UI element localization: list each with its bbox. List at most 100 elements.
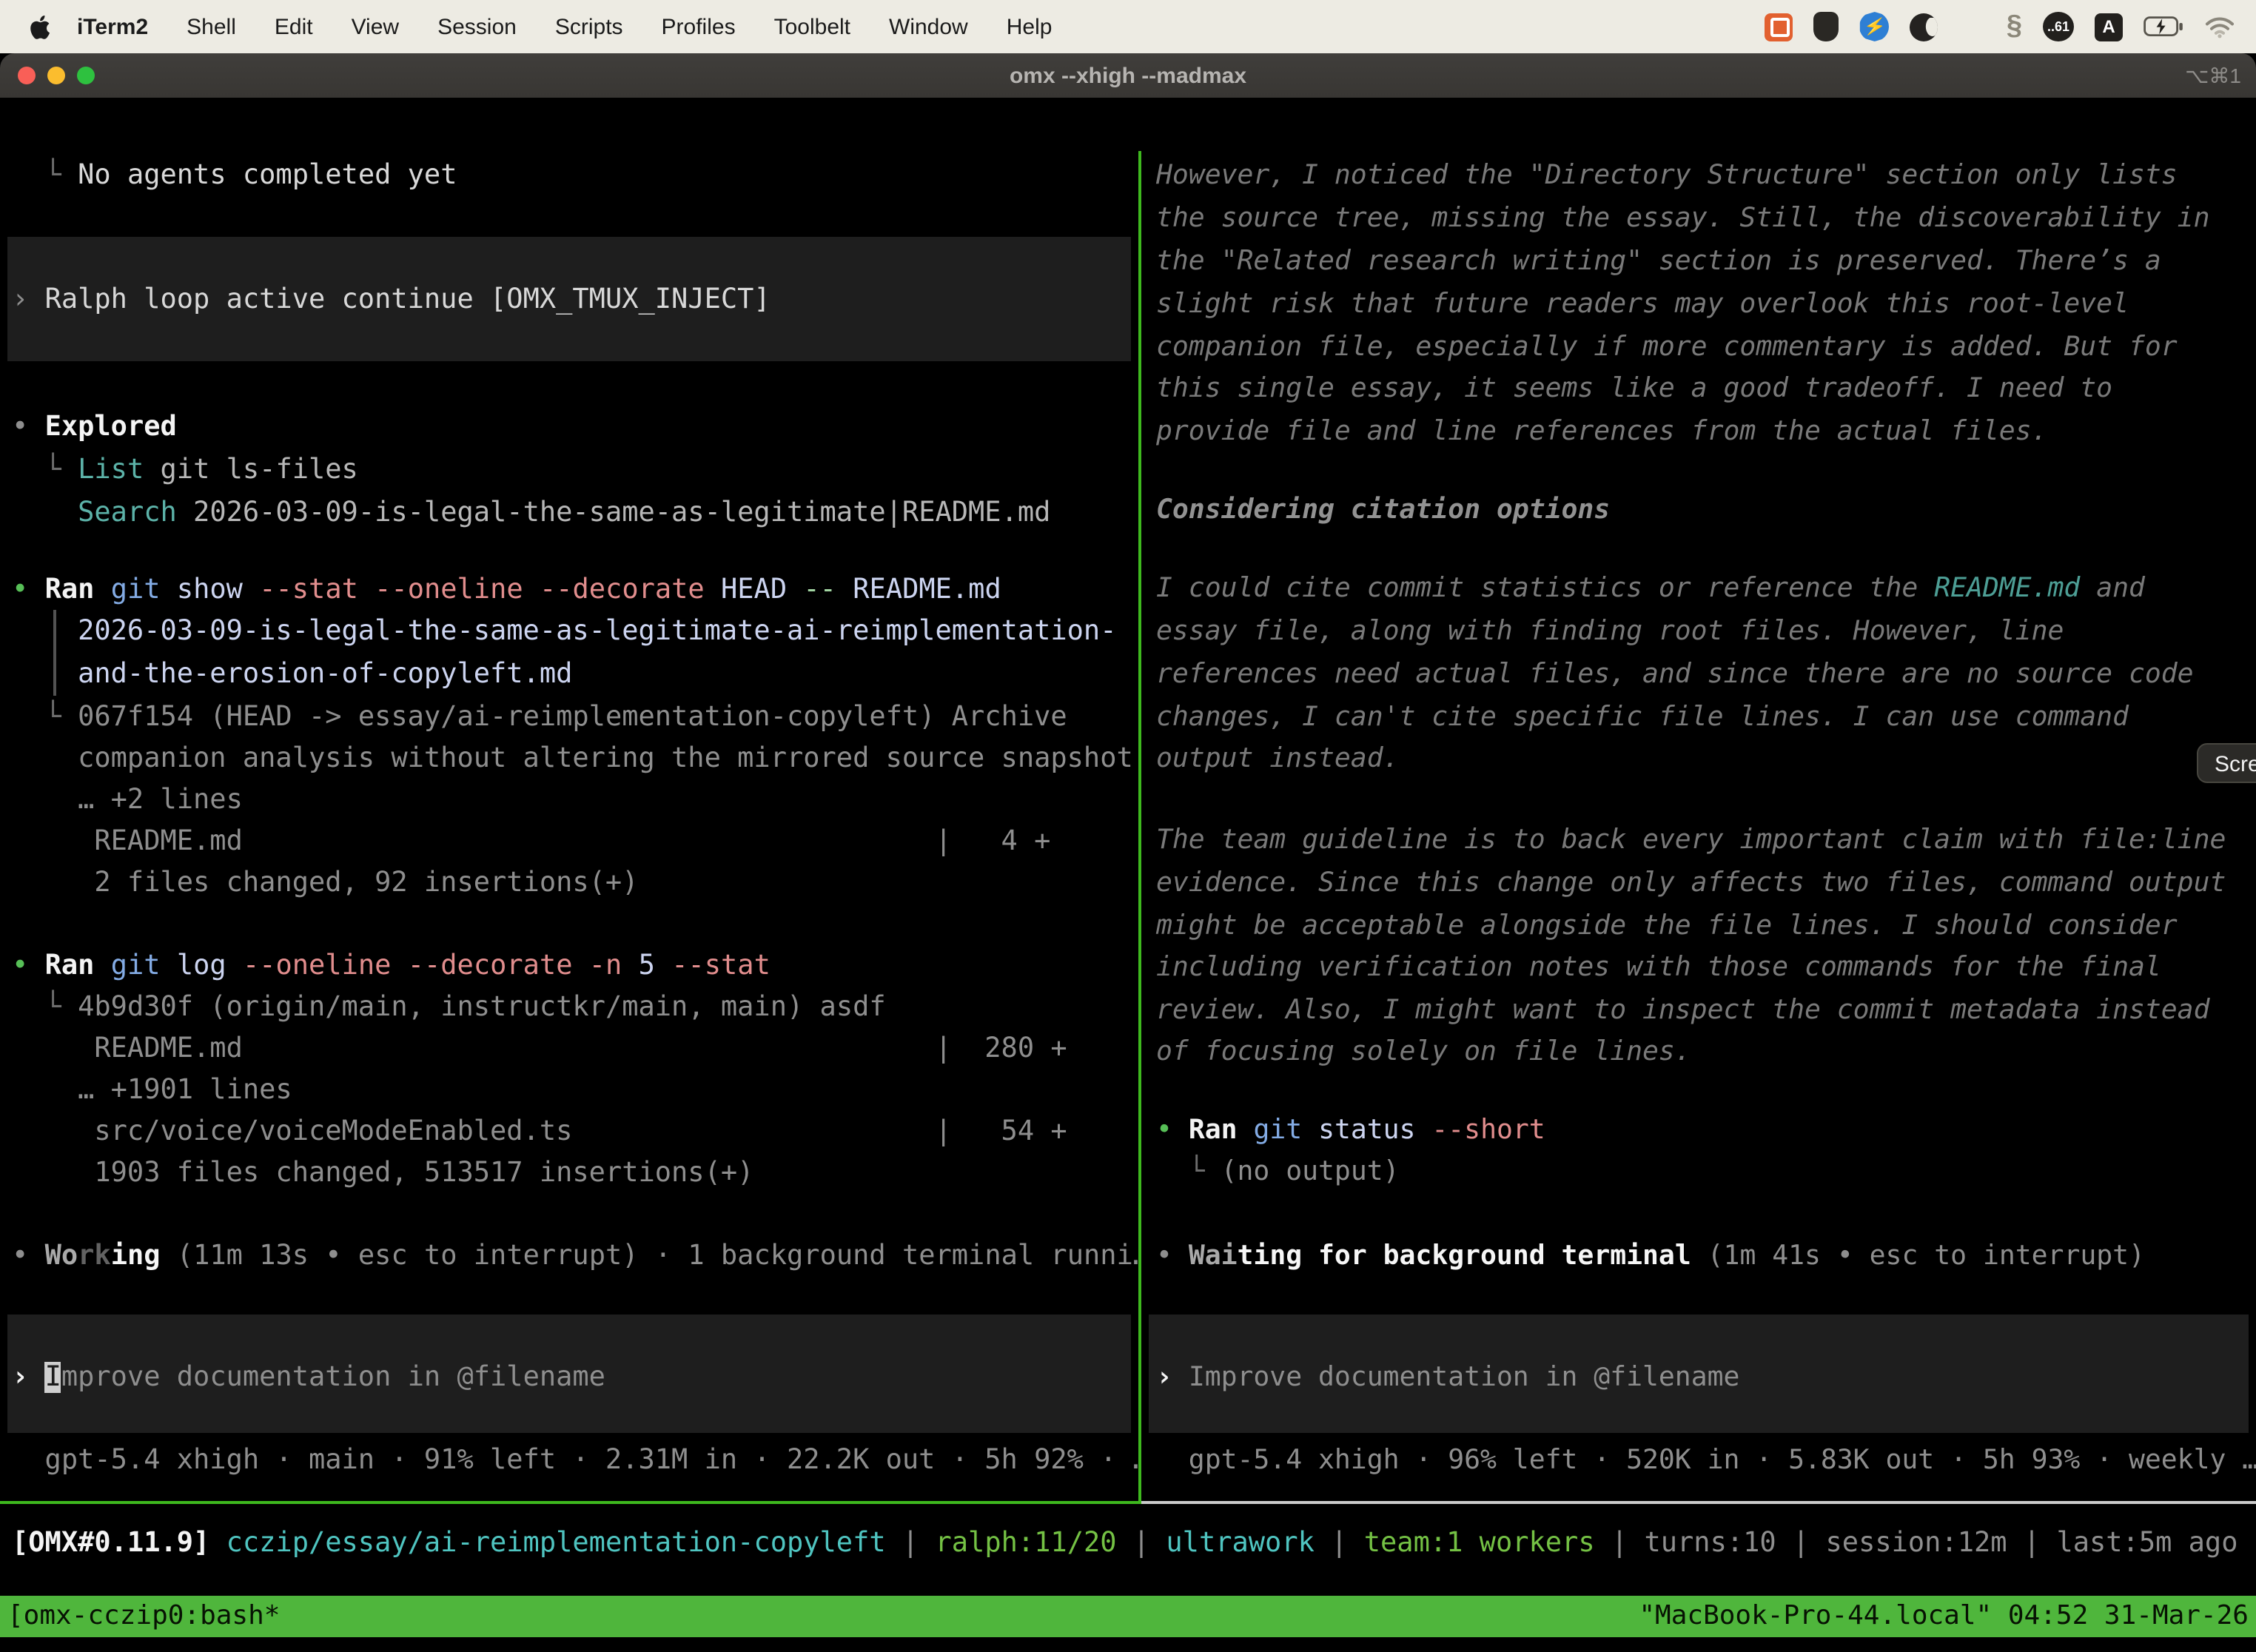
menu-item-help[interactable]: Help — [987, 14, 1072, 39]
text-segment: └ — [1156, 1156, 1221, 1187]
text-segment: • — [12, 1240, 45, 1272]
text-segment: (1m 41s • esc to interrupt) — [1691, 1240, 2145, 1272]
tmux-pane-right[interactable]: However, I noticed the "Directory Struct… — [1141, 151, 2256, 1504]
text-segment: HEAD — [721, 574, 803, 605]
terminal-line-right: Considering citation options — [1141, 488, 2256, 531]
menu-item-session[interactable]: Session — [418, 14, 536, 39]
text-segment: Ralph loop active continue [OMX_TMUX_INJ… — [45, 284, 771, 315]
omx-status-segment: | — [2007, 1528, 2057, 1559]
text-segment: --oneline — [243, 950, 408, 981]
text-segment: Ran — [1189, 1115, 1254, 1146]
terminal-line-right: companion file, especially if more comme… — [1141, 326, 2256, 369]
text-segment: references need actual files, and since … — [1156, 659, 2194, 690]
screen-share-overlay[interactable]: Scre — [2197, 743, 2256, 783]
text-segment: └ — [12, 454, 78, 486]
text-segment: 4b9d30f (origin/main, instructkr/main, m… — [78, 992, 886, 1023]
terminal-line-left: 2026-03-09-is-legal-the-same-as-legitima… — [0, 610, 1138, 653]
text-segment: of focusing solely on file lines. — [1156, 1036, 1691, 1067]
text-segment: the "Related research writing" section i… — [1156, 246, 2161, 277]
terminal-line-left: … +2 lines — [0, 779, 1138, 822]
terminal-line-right: • Ran git status --short — [1141, 1109, 2256, 1152]
text-segment: this single essay, it seems like a good … — [1156, 373, 2112, 404]
menu-item-view[interactable]: View — [332, 14, 419, 39]
omx-status-segment: cczip/essay/ai-reimplementation-copyleft — [226, 1528, 886, 1559]
menu-item-profiles[interactable]: Profiles — [642, 14, 755, 39]
dots-grid-icon[interactable] — [1959, 13, 1986, 40]
text-segment — [12, 497, 78, 528]
text-segment: evidence. Since this change only affects… — [1156, 867, 2226, 899]
apple-menu-icon[interactable] — [30, 14, 50, 39]
terminal-line-left: • Ran git log --oneline --decorate -n 5 … — [0, 944, 1138, 987]
terminal-line-right: changes, I can't cite specific file line… — [1141, 696, 2256, 739]
omx-status-segment: ralph:11/20 — [936, 1528, 1117, 1559]
tmux-session-label: [omx-cczip0:bash* — [7, 1596, 280, 1637]
keyboard-layout-icon[interactable]: A — [2095, 13, 2123, 41]
text-segment: show — [177, 574, 259, 605]
menu-item-shell[interactable]: Shell — [167, 14, 255, 39]
terminal-line-left: gpt-5.4 xhigh · main · 91% left · 2.31M … — [0, 1439, 1138, 1482]
menu-status-icons: ⚡ § ..61 A — [1765, 10, 2241, 43]
lightning-badge-icon[interactable]: ⚡ — [1860, 12, 1890, 41]
text-segment: 5 — [639, 950, 672, 981]
text-segment: • — [12, 412, 45, 443]
macos-menu-bar: iTerm2 Shell Edit View Session Scripts P… — [0, 0, 2256, 53]
wifi-icon[interactable] — [2204, 16, 2235, 38]
text-segment: No agents completed yet — [78, 160, 457, 191]
text-segment: Ran — [45, 574, 111, 605]
text-segment: Improve documentation in @filename — [1189, 1362, 1740, 1393]
terminal-line-right: output instead. — [1141, 737, 2256, 780]
text-segment: gpt-5.4 xhigh · 96% left · 520K in · 5.8… — [1156, 1445, 2256, 1476]
menu-item-window[interactable]: Window — [870, 14, 987, 39]
text-segment: status — [1318, 1115, 1431, 1146]
tree-connector-line — [53, 653, 56, 696]
text-segment: Considering citation options — [1156, 494, 1610, 526]
omx-status-segment: | — [1117, 1528, 1166, 1559]
text-segment: mprove documentation in @filename — [61, 1362, 605, 1393]
text-segment: Ran — [45, 950, 111, 981]
omx-status-segment: | — [1315, 1528, 1364, 1559]
menu-item-scripts[interactable]: Scripts — [536, 14, 642, 39]
terminal-line-right: └ (no output) — [1141, 1150, 2256, 1193]
menu-item-toolbelt[interactable]: Toolbelt — [755, 14, 870, 39]
zoom-button[interactable] — [77, 67, 95, 84]
tree-connector-line — [53, 610, 56, 653]
terminal-line-left: src/voice/voiceModeEnabled.ts | 54 + — [0, 1110, 1138, 1153]
terminal-line-right: • Waiting for background terminal (1m 41… — [1141, 1235, 2256, 1277]
terminal-line-right: of focusing solely on file lines. — [1141, 1030, 2256, 1073]
text-segment: └ — [12, 160, 78, 191]
text-segment: --short — [1431, 1115, 1545, 1146]
text-segment: I could cite commit statistics or refere… — [1156, 573, 1934, 604]
menu-item-iterm2[interactable]: iTerm2 — [62, 14, 167, 39]
terminal-line-left: • Ran git show --stat --oneline --decora… — [0, 568, 1138, 611]
text-segment: README.md | 280 + — [12, 1033, 1067, 1064]
terminal-line-left: › Improve documentation in @filename — [0, 1356, 1138, 1399]
terminal-line-right: essay file, along with finding root file… — [1141, 610, 2256, 653]
text-segment: I — [45, 1362, 61, 1393]
window-shortcut-badge: ⌥⌘1 — [2185, 63, 2241, 88]
terminal-line-right: provide file and line references from th… — [1141, 410, 2256, 453]
battery-icon[interactable] — [2143, 16, 2183, 37]
shield-grid-icon[interactable] — [1814, 12, 1839, 41]
terminal-line-left: └ 4b9d30f (origin/main, instructkr/main,… — [0, 986, 1138, 1029]
terminal-line-right: evidence. Since this change only affects… — [1141, 862, 2256, 904]
terminal-line-left: … +1901 lines — [0, 1069, 1138, 1112]
text-segment: git — [1253, 1115, 1318, 1146]
text-segment: ting for background terminal — [1238, 1240, 1691, 1272]
minimize-button[interactable] — [47, 67, 65, 84]
text-segment: … +2 lines — [12, 785, 243, 816]
dark-crescent-icon[interactable] — [1910, 13, 1938, 41]
terminal-line-right: However, I noticed the "Directory Struct… — [1141, 154, 2256, 197]
text-segment: • — [12, 950, 45, 981]
text-segment: companion file, especially if more comme… — [1156, 332, 2178, 363]
count-badge-icon[interactable]: ..61 — [2043, 12, 2074, 41]
chat-app-icon[interactable] — [1765, 13, 1793, 41]
text-segment: -n — [589, 950, 639, 981]
tmux-pane-left[interactable]: └ No agents completed yet› Ralph loop ac… — [0, 151, 1138, 1504]
menu-item-edit[interactable]: Edit — [255, 14, 332, 39]
terminal-line-right: this single essay, it seems like a good … — [1141, 367, 2256, 410]
text-segment: List — [78, 454, 144, 486]
terminal-line-right: including verification notes with those … — [1141, 946, 2256, 989]
text-segment: However, I noticed the "Directory Struct… — [1156, 160, 2178, 191]
close-button[interactable] — [18, 67, 36, 84]
squiggle-icon[interactable]: § — [2007, 10, 2022, 43]
